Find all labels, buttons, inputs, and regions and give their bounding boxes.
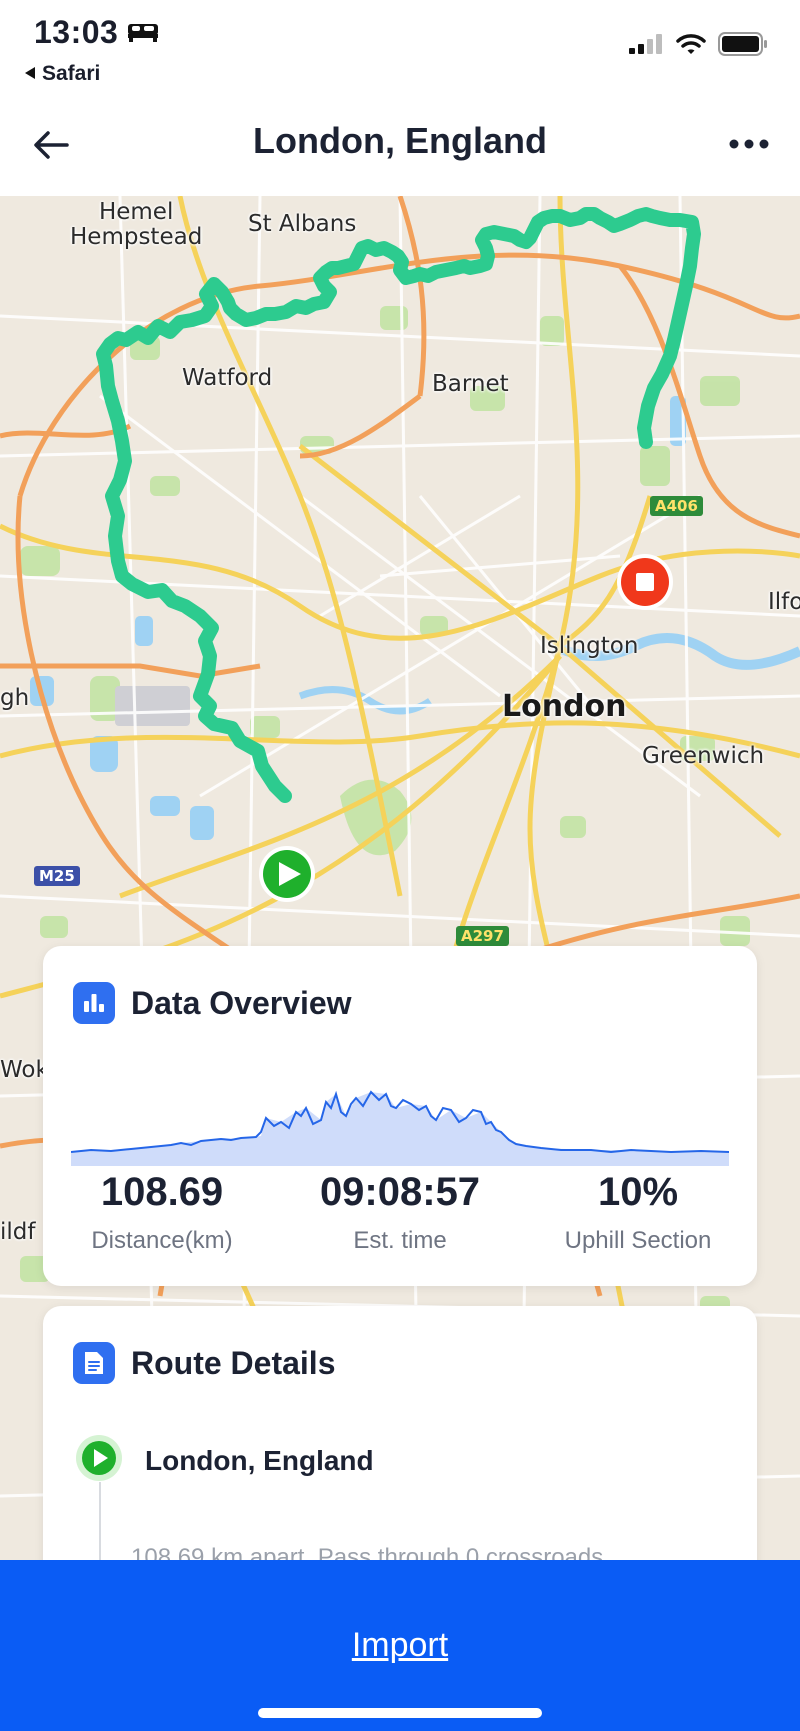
overview-header: Data Overview bbox=[73, 982, 352, 1024]
place-guildford: ildf bbox=[0, 1219, 36, 1245]
place-slough: gh bbox=[0, 685, 30, 711]
route-start-point[interactable]: London, England bbox=[75, 1434, 374, 1487]
place-london: London bbox=[502, 689, 627, 724]
home-indicator bbox=[258, 1708, 542, 1718]
stat-uphill: 10% Uphill Section bbox=[519, 1170, 757, 1255]
bed-icon bbox=[126, 14, 160, 51]
map-airport bbox=[115, 686, 190, 726]
overview-title: Data Overview bbox=[131, 984, 352, 1021]
stat-label: Uphill Section bbox=[564, 1227, 712, 1254]
document-icon bbox=[73, 1342, 115, 1384]
place-woking: Wok bbox=[0, 1057, 49, 1083]
clock-label: 13:03 bbox=[34, 14, 119, 50]
stat-label: Distance(km) bbox=[91, 1227, 233, 1254]
road-badge-a297: A297 bbox=[456, 926, 509, 946]
bar-chart-icon bbox=[73, 982, 115, 1024]
wifi-icon bbox=[676, 32, 706, 61]
place-islington: Islington bbox=[540, 633, 639, 659]
stat-value: 108.69 bbox=[100, 1170, 224, 1214]
data-overview-card: Data Overview 108.69 Distance(km) 09:08:… bbox=[43, 946, 757, 1286]
status-time: 13:03 bbox=[34, 14, 160, 51]
place-watford: Watford bbox=[182, 365, 273, 391]
place-barnet: Barnet bbox=[432, 371, 509, 397]
back-triangle-icon bbox=[24, 62, 36, 86]
route-title: Route Details bbox=[131, 1344, 336, 1381]
elevation-chart bbox=[71, 1090, 729, 1166]
place-st-albans: St Albans bbox=[248, 211, 357, 237]
import-bar: Import bbox=[0, 1560, 800, 1731]
route-header: Route Details bbox=[73, 1342, 335, 1384]
battery-icon bbox=[718, 32, 768, 61]
play-icon bbox=[75, 1434, 123, 1487]
stat-value: 10% bbox=[597, 1170, 679, 1214]
road-badge-m25: M25 bbox=[34, 866, 80, 886]
overview-stats: 108.69 Distance(km) 09:08:57 Est. time 1… bbox=[43, 1170, 757, 1255]
start-marker bbox=[259, 846, 315, 902]
stat-value: 09:08:57 bbox=[319, 1170, 481, 1214]
place-ilford: Ilfo bbox=[768, 589, 800, 615]
import-button[interactable]: Import bbox=[0, 1626, 800, 1665]
back-to-app[interactable]: Safari bbox=[24, 62, 100, 86]
stat-distance: 108.69 Distance(km) bbox=[43, 1170, 281, 1255]
route-start-name: London, England bbox=[145, 1444, 374, 1476]
nav-bar: London, England bbox=[0, 100, 800, 196]
stat-label: Est. time bbox=[353, 1227, 447, 1254]
status-icons bbox=[628, 32, 768, 61]
place-hemel-hempstead: Hemel Hempstead bbox=[70, 199, 203, 251]
more-icon[interactable] bbox=[722, 122, 776, 166]
place-greenwich: Greenwich bbox=[642, 743, 765, 769]
back-app-label: Safari bbox=[42, 62, 101, 85]
status-bar: 13:03 Safari bbox=[0, 0, 800, 100]
signal-icon bbox=[628, 33, 664, 60]
end-marker bbox=[617, 554, 673, 610]
road-badge-a406: A406 bbox=[650, 496, 703, 516]
stat-est-time: 09:08:57 Est. time bbox=[281, 1170, 519, 1255]
page-title: London, England bbox=[253, 120, 547, 161]
